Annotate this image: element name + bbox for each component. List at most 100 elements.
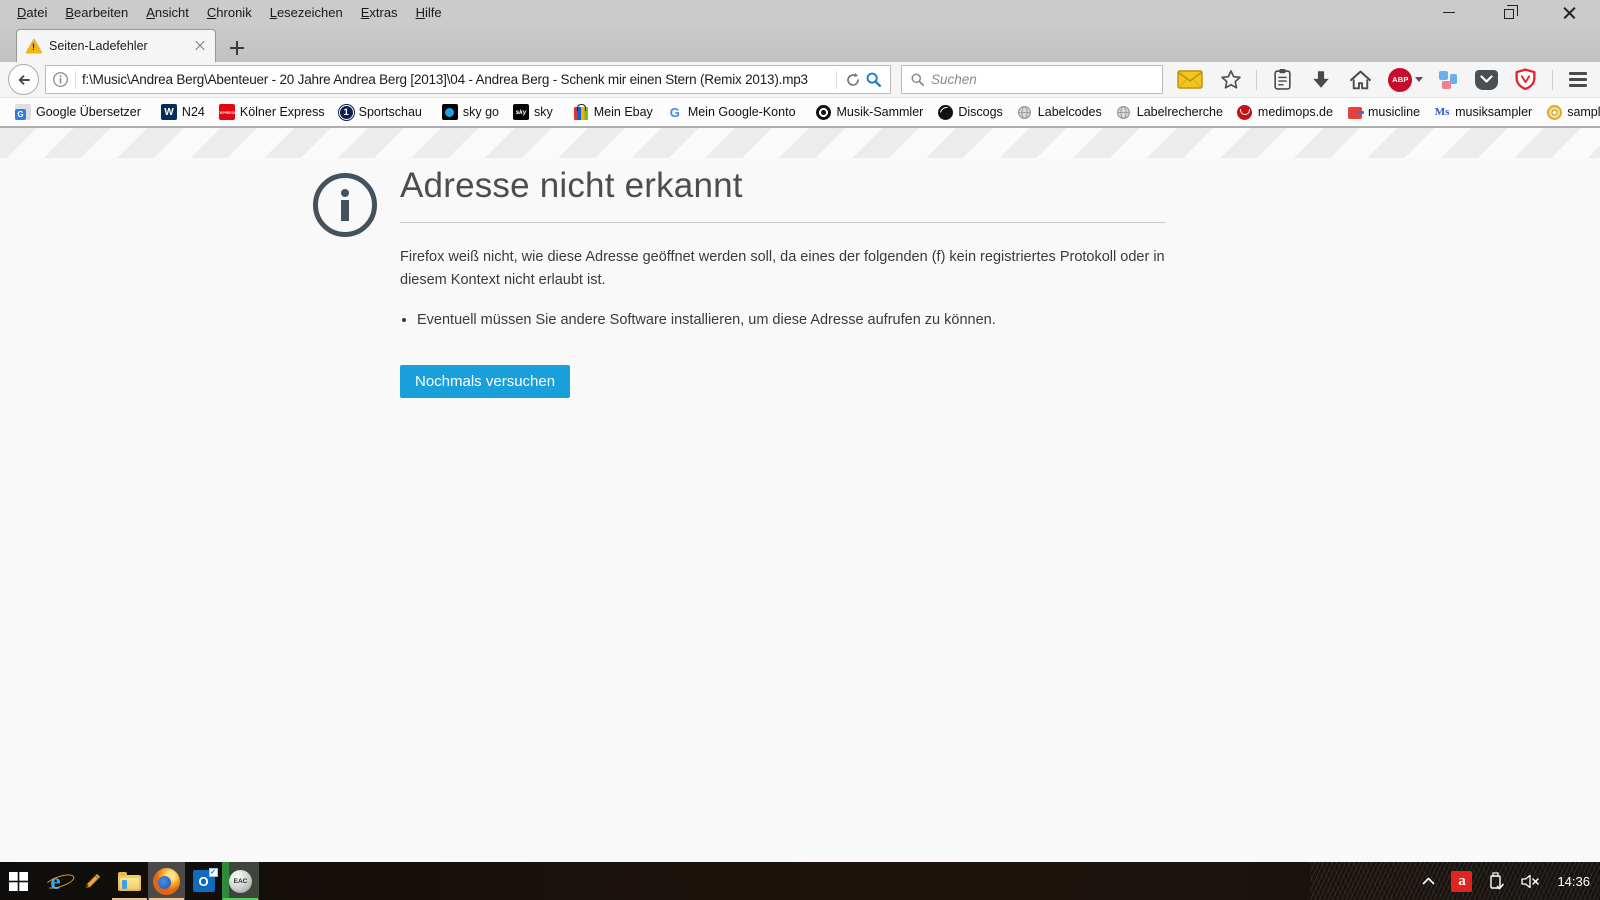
close-icon <box>1563 6 1576 19</box>
bookmark-koelner-express[interactable]: EXPRESS Kölner Express <box>212 98 332 126</box>
menu-hilfe[interactable]: Hilfe <box>407 2 451 23</box>
clock[interactable]: 14:36 <box>1555 874 1590 889</box>
url-bar[interactable] <box>45 65 891 94</box>
tab-title: Seiten-Ladefehler <box>49 39 187 53</box>
samplerinfos-icon <box>1546 104 1562 120</box>
back-button[interactable] <box>8 64 39 95</box>
error-bullet-list: Eventuell müssen Sie andere Software ins… <box>400 312 1166 328</box>
taskbar-eac[interactable]: EAC <box>222 862 259 900</box>
bookmark-n24[interactable]: W N24 <box>154 98 212 126</box>
search-icon <box>910 72 925 87</box>
taskbar-internet-explorer[interactable]: e <box>37 862 74 900</box>
abp-caret-icon <box>1415 77 1423 82</box>
n24-icon: W <box>161 104 177 120</box>
usb-device-tray-icon[interactable] <box>1487 871 1505 891</box>
bookmark-labelcodes[interactable]: Labelcodes <box>1010 98 1109 126</box>
discogs-icon <box>937 104 953 120</box>
google-icon: G <box>667 104 683 120</box>
system-tray: a 14:36 <box>1421 862 1600 900</box>
bookmark-mein-google-konto[interactable]: G Mein Google-Konto <box>660 98 803 126</box>
volume-muted-icon[interactable] <box>1520 873 1540 890</box>
error-paragraph: Firefox weiß nicht, wie diese Adresse ge… <box>400 246 1166 292</box>
error-stripe-band <box>0 127 1600 158</box>
restore-icon <box>1504 9 1514 19</box>
bookmark-mein-ebay[interactable]: Mein Ebay <box>566 98 660 126</box>
new-tab-button[interactable] <box>230 41 244 55</box>
tab-seiten-ladefehler[interactable]: ! Seiten-Ladefehler <box>16 29 216 62</box>
tab-close-icon[interactable] <box>194 40 206 52</box>
restore-button[interactable] <box>1494 0 1524 25</box>
bookmark-google-uebersetzer[interactable]: G Google Übersetzer <box>8 98 148 126</box>
menu-datei[interactable]: Datei <box>8 2 56 23</box>
internet-explorer-icon: e <box>50 870 60 893</box>
ebay-icon <box>573 104 589 120</box>
mail-icon[interactable] <box>1175 68 1205 91</box>
reload-icon[interactable] <box>843 70 863 90</box>
tray-chevron-up-icon[interactable] <box>1421 875 1436 887</box>
page-info-icon[interactable] <box>52 71 69 88</box>
minimize-button[interactable] <box>1434 0 1464 25</box>
bookmark-musiksampler[interactable]: Ms musiksampler <box>1427 98 1539 126</box>
avira-tray-icon[interactable]: a <box>1451 871 1472 892</box>
menu-ansicht[interactable]: Ansicht <box>137 2 198 23</box>
bookmark-labelrecherche[interactable]: Labelrecherche <box>1109 98 1230 126</box>
toolbar-icons: ABP <box>1175 66 1590 94</box>
outlook-icon: O✓ <box>193 870 215 892</box>
taskbar-file-explorer[interactable] <box>111 862 148 900</box>
medimops-icon <box>1237 104 1253 120</box>
globe-icon <box>1017 104 1033 120</box>
toolbar-separator <box>1256 70 1257 90</box>
navigation-toolbar: ABP <box>0 62 1600 98</box>
menu-lesezeichen[interactable]: Lesezeichen <box>261 2 352 23</box>
urlbar-divider <box>75 71 76 89</box>
musicline-icon <box>1347 104 1363 120</box>
urlbar-search-icon[interactable] <box>863 69 884 90</box>
info-circle-icon <box>313 173 377 237</box>
toolbar-separator-2 <box>1552 70 1553 90</box>
menu-extras[interactable]: Extras <box>352 2 407 23</box>
warning-icon: ! <box>26 39 42 53</box>
bookmark-samplerinfos[interactable]: samplerinfos <box>1539 98 1600 126</box>
windows-taskbar: e O✓ EAC a 14:36 <box>0 862 1600 900</box>
home-icon[interactable] <box>1347 67 1374 93</box>
bookmark-sky[interactable]: sky sky <box>506 98 560 126</box>
adblock-plus-icon[interactable]: ABP <box>1386 66 1425 94</box>
koelner-express-icon: EXPRESS <box>219 104 235 120</box>
eac-icon: EAC <box>229 870 252 893</box>
error-divider <box>400 222 1166 223</box>
menu-bearbeiten[interactable]: Bearbeiten <box>56 2 137 23</box>
musiksampler-icon: Ms <box>1434 104 1450 120</box>
bookmark-discogs[interactable]: Discogs <box>930 98 1009 126</box>
musik-sammler-icon <box>816 104 832 120</box>
firefox-icon <box>153 868 180 895</box>
bookmark-medimops[interactable]: medimops.de <box>1230 98 1340 126</box>
menu-hamburger-icon[interactable] <box>1566 69 1590 90</box>
search-input[interactable] <box>931 72 1154 87</box>
bookmark-musik-sammler[interactable]: Musik-Sammler <box>809 98 931 126</box>
start-button[interactable] <box>0 862 37 900</box>
downloads-icon[interactable] <box>1308 67 1334 93</box>
menu-chronik[interactable]: Chronik <box>198 2 261 23</box>
bookmarks-sidebar-icon[interactable] <box>1270 66 1295 93</box>
taskbar-mp3tag[interactable] <box>74 862 111 900</box>
error-bullet: Eventuell müssen Sie andere Software ins… <box>417 312 1166 328</box>
minimize-icon <box>1443 12 1455 13</box>
url-input[interactable] <box>82 72 830 87</box>
bookmark-sportschau[interactable]: 1 Sportschau <box>332 98 429 126</box>
pencil-tag-icon <box>83 871 103 891</box>
search-box[interactable] <box>901 65 1163 94</box>
close-button[interactable] <box>1554 0 1584 25</box>
sky-go-icon <box>442 104 458 120</box>
bookmark-musicline[interactable]: musicline <box>1340 98 1427 126</box>
window-controls <box>1434 0 1600 25</box>
pocket-icon[interactable] <box>1473 68 1500 92</box>
bookmarks-toolbar: G Google Übersetzer W N24 EXPRESS Kölner… <box>0 98 1600 127</box>
bookmark-sky-go[interactable]: sky go <box>435 98 506 126</box>
taskbar-firefox[interactable] <box>148 862 185 900</box>
menu-bar: Datei Bearbeiten Ansicht Chronik Lesezei… <box>0 0 1600 25</box>
retry-button[interactable]: Nochmals versuchen <box>400 365 570 398</box>
shield-icon[interactable] <box>1512 66 1539 94</box>
taskbar-outlook[interactable]: O✓ <box>185 862 222 900</box>
extension-squares-icon[interactable] <box>1438 69 1460 91</box>
bookmark-star-icon[interactable] <box>1218 67 1244 93</box>
